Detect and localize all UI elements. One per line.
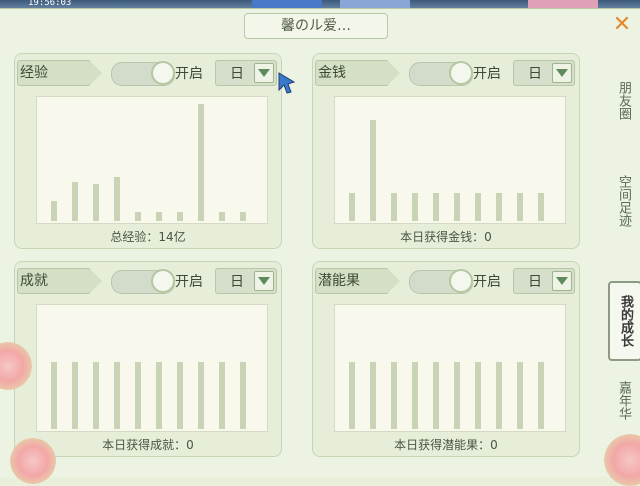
chart-bar (517, 362, 523, 429)
bar-chart (334, 304, 566, 432)
chart-bar (370, 362, 376, 429)
toggle-knob (449, 269, 473, 293)
chart-bar (177, 212, 183, 221)
chevron-down-icon[interactable] (254, 63, 274, 83)
chart-bar (454, 193, 460, 221)
chart-bar (496, 362, 502, 429)
hp-bar (252, 0, 322, 8)
chevron-down-icon[interactable] (552, 271, 572, 291)
status-strip (528, 0, 598, 8)
period-select[interactable]: 日 (215, 268, 277, 294)
chart-bar (156, 212, 162, 221)
growth-window: 馨のル爱… ✕ 经验 开启 日 总经验：14亿 金钱 开启 日 本日获得金钱：0… (0, 8, 640, 477)
chart-bar (496, 193, 502, 221)
toggle-switch[interactable] (409, 269, 473, 294)
chart-bar (72, 362, 78, 429)
panel-label: 成就 (17, 268, 102, 294)
chart-bar (51, 362, 57, 429)
panel-achievement: 成就 开启 日 本日获得成就：0 (14, 261, 282, 457)
chart-bar (538, 193, 544, 221)
chart-bar (454, 362, 460, 429)
pointer-icon (278, 72, 296, 94)
chart-bar (475, 193, 481, 221)
chart-bar (93, 362, 99, 429)
chart-bar (433, 362, 439, 429)
toggle-label: 开启 (473, 274, 501, 290)
close-button[interactable]: ✕ (610, 13, 634, 37)
summary-text: 本日获得成就：0 (102, 438, 194, 452)
tab-space-footprint[interactable]: 空间足迹 (608, 165, 638, 237)
chart-bar (51, 201, 57, 221)
chart-bar (391, 193, 397, 221)
toggle-knob (151, 61, 175, 85)
panel-money: 金钱 开启 日 本日获得金钱：0 (312, 53, 580, 249)
chart-bar (198, 362, 204, 429)
chart-bar (135, 212, 141, 221)
summary-text: 总经验：14亿 (110, 230, 186, 244)
chart-bar (93, 184, 99, 221)
toggle-label: 开启 (175, 274, 203, 290)
chart-bar (433, 193, 439, 221)
period-select[interactable]: 日 (215, 60, 277, 86)
toggle-knob (449, 61, 473, 85)
chart-bar (475, 362, 481, 429)
chart-bar (349, 193, 355, 221)
chart-bar (114, 177, 120, 221)
panel-label: 经验 (17, 60, 102, 86)
chart-bar (219, 212, 225, 221)
chart-bar (391, 362, 397, 429)
toggle-switch[interactable] (111, 61, 175, 86)
period-value: 日 (528, 66, 542, 82)
chart-bar (135, 362, 141, 429)
period-select[interactable]: 日 (513, 268, 575, 294)
toggle-knob (151, 269, 175, 293)
chart-bar (177, 362, 183, 429)
chevron-down-icon[interactable] (552, 63, 572, 83)
toggle-label: 开启 (175, 66, 203, 82)
period-select[interactable]: 日 (513, 60, 575, 86)
chart-bar (240, 212, 246, 221)
clock-text: 19:56:03 (28, 0, 72, 8)
chart-bar (156, 362, 162, 429)
bar-chart (334, 96, 566, 224)
mp-bar (340, 0, 410, 8)
chart-bar (517, 193, 523, 221)
chart-bar (114, 362, 120, 429)
chart-bar (412, 193, 418, 221)
bar-chart (36, 304, 268, 432)
summary-text: 本日获得金钱：0 (400, 230, 492, 244)
tab-carnival[interactable]: 嘉年华 (608, 369, 638, 431)
panel-potential: 潜能果 开启 日 本日获得潜能果：0 (312, 261, 580, 457)
panel-label: 潜能果 (315, 268, 400, 294)
period-value: 日 (230, 274, 244, 290)
toggle-switch[interactable] (409, 61, 473, 86)
period-value: 日 (528, 274, 542, 290)
toggle-switch[interactable] (111, 269, 175, 294)
panel-exp: 经验 开启 日 总经验：14亿 (14, 53, 282, 249)
period-value: 日 (230, 66, 244, 82)
summary-text: 本日获得潜能果：0 (394, 438, 498, 452)
panel-label: 金钱 (315, 60, 400, 86)
tab-my-growth[interactable]: 我的成长 (608, 281, 640, 361)
toggle-label: 开启 (473, 66, 501, 82)
chart-bar (72, 182, 78, 221)
chart-bar (370, 120, 376, 221)
chart-bar (412, 362, 418, 429)
chart-bar (240, 362, 246, 429)
bar-chart (36, 96, 268, 224)
chart-bar (198, 104, 204, 221)
chevron-down-icon[interactable] (254, 271, 274, 291)
window-title: 馨のル爱… (244, 13, 388, 39)
decorative-flower (10, 438, 56, 484)
chart-bar (349, 362, 355, 429)
chart-bar (219, 362, 225, 429)
chart-bar (538, 362, 544, 429)
tab-friends[interactable]: 朋友圈 (608, 69, 638, 131)
